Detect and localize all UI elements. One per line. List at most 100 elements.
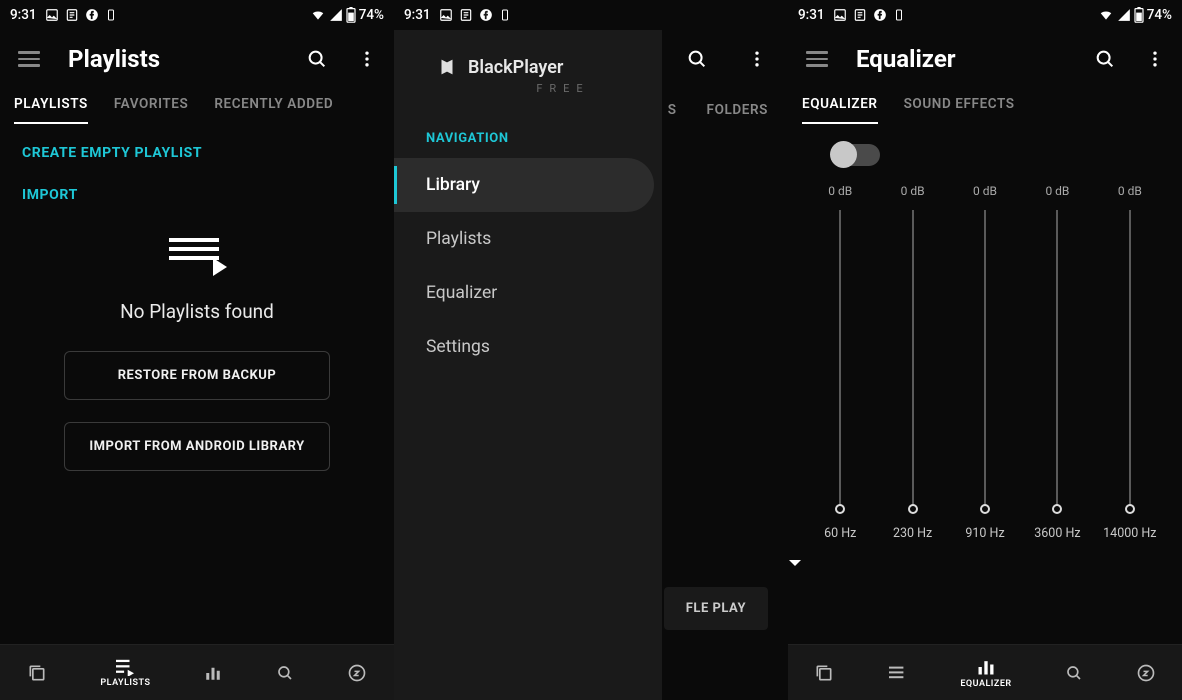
- tab-folders[interactable]: FOLDERS: [707, 102, 768, 118]
- search-button[interactable]: [1090, 48, 1120, 70]
- nav-item-playlists[interactable]: Playlists: [394, 212, 654, 266]
- db-label: 0 dB: [1118, 184, 1142, 198]
- screen-equalizer: 9:31 74% Equalizer EQUALIZER SOUND EFFEC…: [788, 0, 1182, 700]
- nav-sleep[interactable]: [347, 663, 367, 683]
- playlist-play-icon: [114, 658, 136, 676]
- nav-sleep[interactable]: [1136, 663, 1156, 683]
- brand-subtitle: FREE: [394, 82, 662, 95]
- search-icon: [276, 664, 294, 682]
- nav-playlists[interactable]: PLAYLISTS: [100, 658, 150, 688]
- more-button[interactable]: [1140, 49, 1170, 69]
- import-link[interactable]: IMPORT: [0, 174, 394, 216]
- signal-icon: [329, 8, 343, 22]
- nav-item-library[interactable]: Library: [394, 158, 654, 212]
- status-left: 9:31: [10, 7, 117, 23]
- empty-text: No Playlists found: [120, 300, 274, 323]
- nav-label: PLAYLISTS: [100, 678, 150, 688]
- facebook-icon: [479, 8, 493, 22]
- device-icon: [499, 8, 511, 22]
- tab-partial[interactable]: S: [668, 102, 677, 118]
- status-right: 74%: [1098, 7, 1172, 23]
- import-from-android-button[interactable]: IMPORT FROM ANDROID LIBRARY: [64, 422, 330, 471]
- image-icon: [45, 8, 59, 22]
- status-left: 9:31: [798, 7, 905, 23]
- equalizer-icon: [976, 657, 996, 677]
- shuffle-play-button[interactable]: FLE PLAY: [664, 587, 768, 630]
- band-slider[interactable]: [1056, 210, 1058, 510]
- hamburger-icon[interactable]: [18, 51, 40, 67]
- search-icon: [686, 48, 708, 70]
- screen-drawer: 9:31 S FOLDERS FLE PLAY Bl: [394, 0, 788, 700]
- preset-dropdown[interactable]: [788, 559, 1160, 569]
- playlist-icon: [169, 238, 225, 276]
- restore-from-backup-button[interactable]: RESTORE FROM BACKUP: [64, 351, 330, 400]
- page-title: Equalizer: [856, 45, 1070, 73]
- backdrop-content: S FOLDERS FLE PLAY: [662, 30, 788, 644]
- band-slider[interactable]: [839, 210, 841, 510]
- library-icon: [27, 663, 47, 683]
- tab-favorites[interactable]: FAVORITES: [114, 96, 189, 124]
- facebook-icon: [873, 8, 887, 22]
- nav-library[interactable]: [814, 663, 834, 683]
- battery-pct: 74%: [1147, 7, 1172, 23]
- nav-item-equalizer[interactable]: Equalizer: [394, 266, 654, 320]
- nav-search[interactable]: [1065, 664, 1083, 682]
- nav-search[interactable]: [276, 664, 294, 682]
- playlist-icon: [887, 665, 907, 681]
- search-icon: [1094, 48, 1116, 70]
- article-icon: [65, 8, 79, 22]
- tabs: S FOLDERS: [662, 88, 788, 118]
- hamburger-icon[interactable]: [806, 51, 828, 67]
- app-bar: Playlists: [0, 30, 394, 88]
- image-icon: [439, 8, 453, 22]
- db-label: 0 dB: [973, 184, 997, 198]
- content: 0 dB 60 Hz 0 dB 230 Hz 0 dB 910 Hz 0 dB …: [788, 132, 1182, 644]
- empty-state: No Playlists found RESTORE FROM BACKUP I…: [0, 238, 394, 493]
- search-icon: [306, 48, 328, 70]
- bottom-nav: PLAYLISTS: [0, 644, 394, 700]
- tab-playlists[interactable]: PLAYLISTS: [14, 96, 88, 124]
- band-230hz: 0 dB 230 Hz: [876, 184, 948, 541]
- tabs: EQUALIZER SOUND EFFECTS: [788, 88, 1182, 132]
- nav-equalizer[interactable]: [204, 664, 222, 682]
- tab-sound-effects[interactable]: SOUND EFFECTS: [904, 96, 1015, 124]
- battery-icon: [1134, 7, 1144, 23]
- app-bar: Equalizer: [788, 30, 1182, 88]
- create-empty-playlist-link[interactable]: CREATE EMPTY PLAYLIST: [0, 132, 394, 174]
- search-button[interactable]: [682, 48, 712, 70]
- search-icon: [1065, 664, 1083, 682]
- article-icon: [853, 8, 867, 22]
- search-button[interactable]: [302, 48, 332, 70]
- battery-icon: [346, 7, 356, 23]
- band-910hz: 0 dB 910 Hz: [949, 184, 1021, 541]
- nav-library[interactable]: [27, 663, 47, 683]
- band-slider[interactable]: [984, 210, 986, 510]
- sleep-icon: [1136, 663, 1156, 683]
- page-title: Playlists: [68, 45, 282, 73]
- more-button[interactable]: [352, 49, 382, 69]
- hz-label: 230 Hz: [893, 526, 932, 541]
- nav-item-settings[interactable]: Settings: [394, 320, 654, 374]
- status-left: 9:31: [404, 7, 511, 23]
- tab-recently-added[interactable]: RECENTLY ADDED: [214, 96, 333, 124]
- signal-icon: [1117, 8, 1131, 22]
- more-button[interactable]: [742, 49, 772, 69]
- wifi-icon: [1098, 8, 1114, 22]
- screen-playlists: 9:31 74% Playlists PLAYLISTS FAVORITES: [0, 0, 394, 700]
- nav-label: EQUALIZER: [960, 679, 1011, 689]
- equalizer-toggle[interactable]: [832, 144, 880, 166]
- chevron-down-icon: [788, 559, 802, 569]
- nav-playlists[interactable]: [887, 665, 907, 681]
- navigation-drawer: BlackPlayer FREE NAVIGATION Library Play…: [394, 30, 662, 700]
- status-time: 9:31: [798, 7, 825, 23]
- band-3600hz: 0 dB 3600 Hz: [1021, 184, 1093, 541]
- band-slider[interactable]: [912, 210, 914, 510]
- more-vert-icon: [357, 49, 377, 69]
- band-slider[interactable]: [1129, 210, 1131, 510]
- tabs: PLAYLISTS FAVORITES RECENTLY ADDED: [0, 88, 394, 132]
- tab-equalizer[interactable]: EQUALIZER: [802, 96, 878, 124]
- db-label: 0 dB: [901, 184, 925, 198]
- library-icon: [814, 663, 834, 683]
- nav-equalizer[interactable]: EQUALIZER: [960, 657, 1011, 689]
- nav-header: NAVIGATION: [394, 131, 662, 146]
